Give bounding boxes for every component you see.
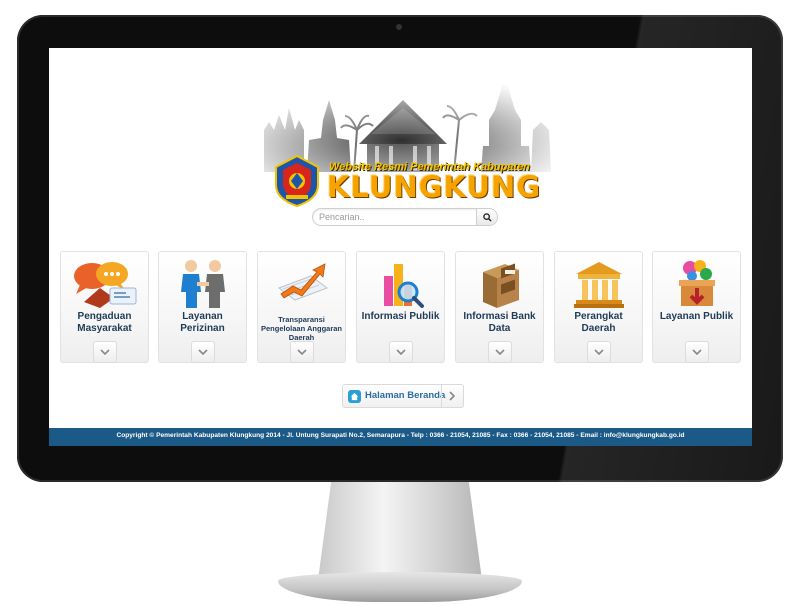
expand-button[interactable] — [93, 341, 117, 363]
gift-box-icon — [678, 260, 715, 306]
search-input[interactable] — [319, 210, 469, 224]
expand-button[interactable] — [191, 341, 215, 363]
klungkung-crest-logo — [275, 155, 319, 207]
monitor-stand-base — [278, 572, 522, 602]
monitor-stand-neck — [318, 482, 482, 580]
home-icon — [348, 390, 361, 403]
chat-bubbles-icon — [73, 262, 136, 308]
service-cards: Pengaduan Masyarakat Layanan Perizinan T… — [60, 251, 742, 363]
home-page-arrow[interactable] — [441, 385, 463, 407]
chevron-down-icon — [594, 348, 604, 355]
card-informasi-publik[interactable]: Informasi Publik — [356, 251, 445, 363]
card-label: Informasi Bank Data — [463, 311, 536, 334]
chevron-down-icon — [692, 348, 702, 355]
expand-button[interactable] — [685, 341, 709, 363]
card-label: Layanan Publik — [659, 311, 734, 322]
search-box — [312, 208, 498, 226]
card-perangkat-daerah[interactable]: Perangkat Daerah — [554, 251, 643, 363]
card-layanan-perizinan[interactable]: Layanan Perizinan — [158, 251, 247, 363]
government-building-icon — [573, 262, 624, 308]
chevron-right-icon — [449, 391, 456, 401]
card-label: Pengaduan Masyarakat — [77, 311, 132, 334]
search-button[interactable] — [476, 209, 497, 225]
site-banner: Website Resmi Pemerintah Kabupaten KLUNG… — [249, 60, 554, 207]
expand-button[interactable] — [587, 341, 611, 363]
card-label: Transparansi Pengelolaan Anggaran Daerah — [261, 315, 342, 342]
handshake-people-icon — [180, 260, 225, 308]
chevron-down-icon — [100, 348, 110, 355]
expand-button[interactable] — [488, 341, 512, 363]
card-informasi-bank-data[interactable]: Informasi Bank Data — [455, 251, 544, 363]
chevron-down-icon — [396, 348, 406, 355]
card-pengaduan-masyarakat[interactable]: Pengaduan Masyarakat — [60, 251, 149, 363]
rising-chart-icon — [277, 263, 328, 301]
file-cabinet-icon — [482, 263, 519, 308]
footer-copyright: Copyright © Pemerintah Kabupaten Klungku… — [116, 432, 685, 439]
chevron-down-icon — [198, 348, 208, 355]
expand-button[interactable] — [290, 341, 314, 363]
card-transparansi-anggaran[interactable]: Transparansi Pengelolaan Anggaran Daerah — [257, 251, 346, 363]
card-label: Layanan Perizinan — [180, 311, 225, 334]
expand-button[interactable] — [389, 341, 413, 363]
bar-chart-magnifier-icon — [383, 264, 424, 308]
search-icon — [482, 212, 492, 222]
home-page-button[interactable]: Halaman Beranda — [342, 384, 464, 408]
chevron-down-icon — [297, 348, 307, 355]
card-label: Informasi Publik — [361, 311, 440, 322]
website-screen: Website Resmi Pemerintah Kabupaten KLUNG… — [49, 48, 752, 446]
chevron-down-icon — [495, 348, 505, 355]
card-label: Perangkat Daerah — [574, 311, 623, 334]
site-footer: Copyright © Pemerintah Kabupaten Klungku… — [49, 428, 752, 446]
site-brand-title: KLUNGKUNG — [327, 170, 542, 204]
home-page-label: Halaman Beranda — [365, 390, 446, 401]
card-layanan-publik[interactable]: Layanan Publik — [652, 251, 741, 363]
monitor-camera — [396, 24, 402, 30]
